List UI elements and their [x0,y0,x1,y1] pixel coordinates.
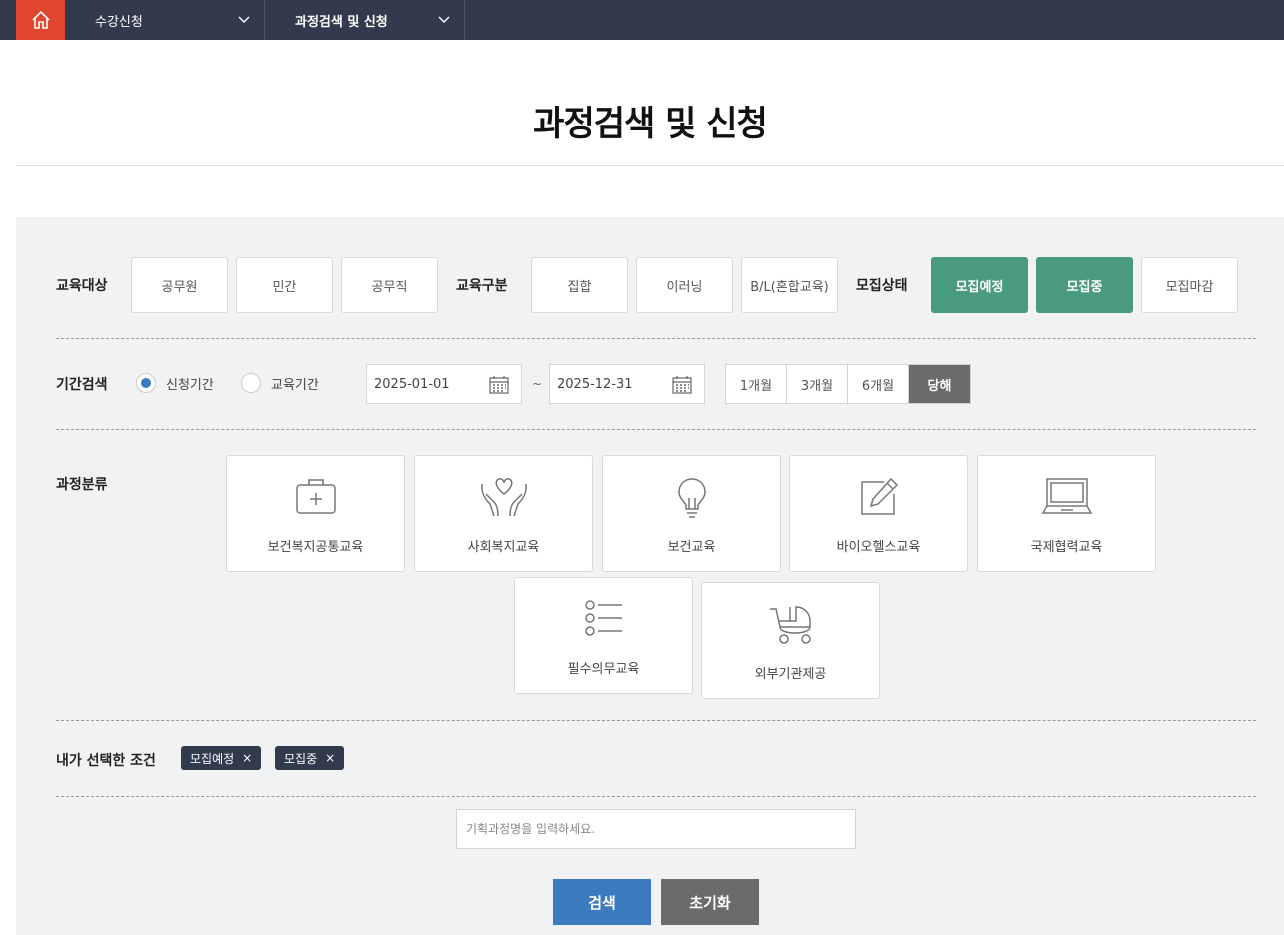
chevron-down-icon [424,16,464,24]
period-range-group: 1개월 3개월 6개월 당해 [725,364,971,404]
category-name: 필수의무교육 [567,662,640,677]
start-date-input[interactable]: 2025-01-01 [366,364,522,404]
category-label: 과정분류 [56,477,108,493]
course-name-search-input[interactable] [456,809,856,849]
list-icon [515,598,692,638]
nav-menu-course-search[interactable]: 과정검색 및 신청 [265,0,465,40]
chip-label: 모집중 [284,751,318,766]
nav-menu-label: 과정검색 및 신청 [295,14,388,30]
category-external-institution[interactable]: 외부기관제공 [701,582,880,699]
range-3-months-button[interactable]: 3개월 [787,365,848,403]
divider [56,796,1256,797]
top-nav: 수강신청 과정검색 및 신청 [0,0,1284,40]
type-option-blended[interactable]: B/L(혼합교육) [741,257,838,313]
calendar-icon[interactable] [489,375,509,394]
category-name: 바이오헬스교육 [836,540,921,555]
end-date-value: 2025-12-31 [557,376,633,392]
category-mandatory[interactable]: 필수의무교육 [514,577,693,694]
radio-label: 교육기간 [271,377,319,393]
type-option-classroom[interactable]: 집합 [531,257,628,313]
category-name: 외부기관제공 [754,667,827,682]
selected-chip-upcoming: 모집예정 × [181,746,262,770]
home-button[interactable] [16,0,65,40]
status-option-closed[interactable]: 모집마감 [1141,257,1238,313]
date-range-separator: ~ [532,377,543,391]
target-option-public-worker[interactable]: 공무직 [341,257,438,313]
search-button[interactable]: 검색 [553,879,651,925]
range-6-months-button[interactable]: 6개월 [848,365,909,403]
status-filter-label: 모집상태 [856,278,908,294]
category-name: 사회복지교육 [467,540,540,555]
type-option-elearning[interactable]: 이러닝 [636,257,733,313]
nav-menu-label: 수강신청 [95,14,143,30]
laptop-icon [978,476,1155,516]
hands-heart-icon [415,476,592,518]
category-name: 국제협력교육 [1030,540,1103,555]
close-icon[interactable]: × [325,751,335,765]
category-international-cooperation[interactable]: 국제협력교육 [977,455,1156,572]
start-date-value: 2025-01-01 [374,376,450,392]
radio-unchecked-icon [241,373,261,393]
close-icon[interactable]: × [242,751,252,765]
end-date-input[interactable]: 2025-12-31 [549,364,705,404]
lightbulb-icon [603,476,780,520]
divider [56,720,1256,721]
radio-checked-icon [136,373,156,393]
category-name: 보건복지공통교육 [267,540,364,555]
home-icon [31,10,50,29]
status-option-open[interactable]: 모집중 [1036,257,1133,313]
target-option-private[interactable]: 민간 [236,257,333,313]
range-1-month-button[interactable]: 1개월 [726,365,787,403]
radio-education-period[interactable]: 교육기간 [241,373,319,393]
target-filter-label: 교육대상 [56,278,108,294]
category-health-welfare-common[interactable]: 보건복지공통교육 [226,455,405,572]
first-aid-kit-icon [227,476,404,516]
edit-icon [790,476,967,518]
selected-conditions-label: 내가 선택한 조건 [56,753,156,769]
category-name: 보건교육 [667,540,716,555]
type-filter-label: 교육구분 [456,278,508,294]
category-bio-health[interactable]: 바이오헬스교육 [789,455,968,572]
page-title: 과정검색 및 신청 [533,104,768,144]
chip-label: 모집예정 [190,751,235,766]
divider [56,429,1256,430]
range-this-year-button[interactable]: 당해 [909,365,970,403]
nav-menu-enrollment[interactable]: 수강신청 [65,0,265,40]
calendar-icon[interactable] [672,375,692,394]
status-option-upcoming[interactable]: 모집예정 [931,257,1028,313]
radio-application-period[interactable]: 신청기간 [136,373,214,393]
stroller-icon [702,603,879,645]
title-divider [16,165,1284,166]
divider [56,338,1256,339]
radio-label: 신청기간 [166,377,214,393]
period-search-label: 기간검색 [56,377,108,393]
category-health[interactable]: 보건교육 [602,455,781,572]
reset-button[interactable]: 초기화 [661,879,759,925]
chevron-down-icon [224,16,264,24]
selected-chip-open: 모집중 × [275,746,345,770]
target-option-public-servant[interactable]: 공무원 [131,257,228,313]
category-social-welfare[interactable]: 사회복지교육 [414,455,593,572]
